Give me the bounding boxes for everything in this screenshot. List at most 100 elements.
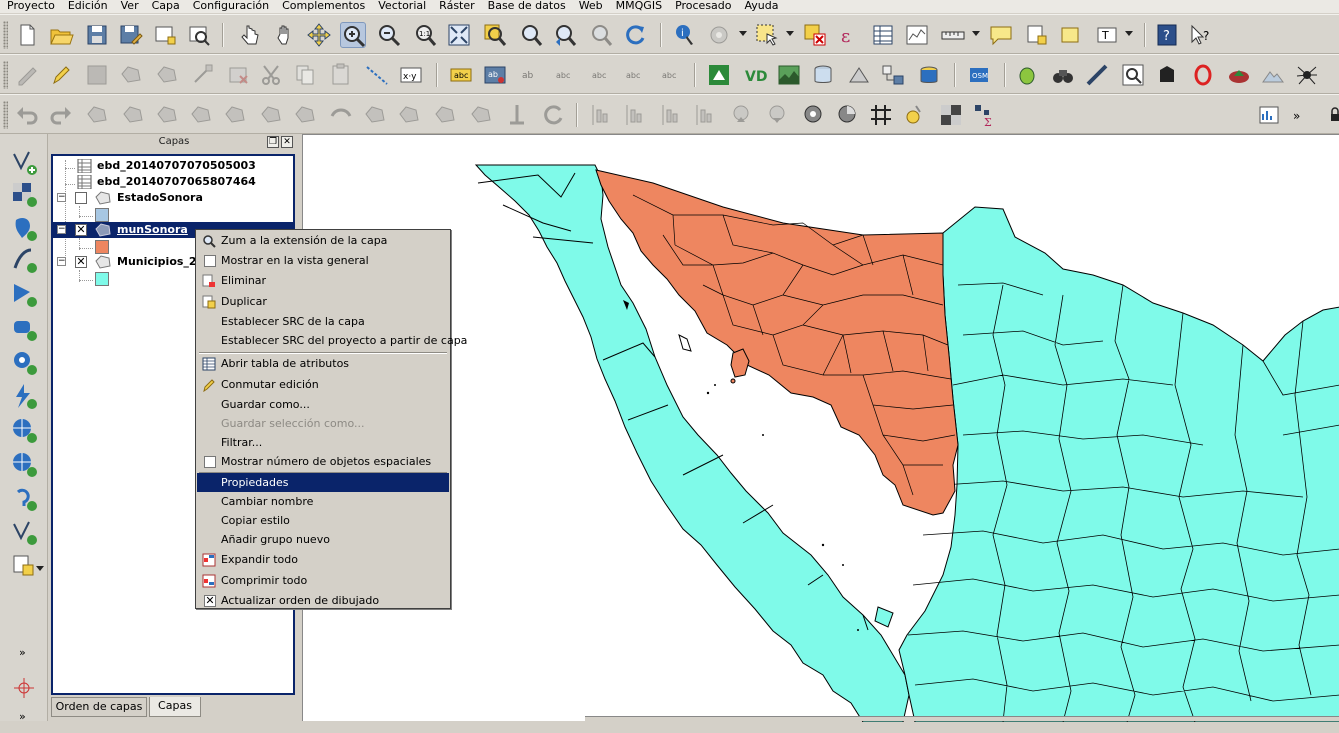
menu-vectorial[interactable]: Vectorial <box>371 0 432 13</box>
menu-base-de-datos[interactable]: Base de datos <box>481 0 572 13</box>
toggle-edit-icon[interactable] <box>48 62 74 88</box>
add-oracle-layer-icon[interactable] <box>10 348 38 376</box>
toolbar-expand-bottom-icon[interactable]: » <box>10 702 38 723</box>
node-tool-icon[interactable] <box>190 62 216 88</box>
layer-labeling-icon[interactable]: ab <box>482 62 508 88</box>
highlight-icon[interactable] <box>902 102 928 128</box>
menu-proyecto[interactable]: Proyecto <box>0 0 61 13</box>
add-wms-globe-icon[interactable] <box>10 450 38 478</box>
label-icon[interactable]: abc <box>448 62 474 88</box>
menu-mmqgis[interactable]: MMQGIS <box>609 0 668 13</box>
zoom-actual-icon[interactable]: 1:1 <box>412 22 438 48</box>
annotation-icon[interactable] <box>988 22 1014 48</box>
align-right-icon[interactable] <box>622 102 648 128</box>
grid-icon[interactable] <box>868 102 894 128</box>
merge-features-icon[interactable] <box>432 102 458 128</box>
show-diagram-icon[interactable] <box>834 102 860 128</box>
coordinate-capture-icon[interactable]: x·y <box>398 62 424 88</box>
menu-item-show-feature-count[interactable]: Mostrar número de objetos espaciales <box>197 452 449 471</box>
map-coordinates-icon[interactable] <box>1120 62 1146 88</box>
add-wcs-layer-icon[interactable] <box>10 416 38 444</box>
toolbar-grip[interactable] <box>3 21 8 49</box>
tab-orden-de-capas[interactable]: Orden de capas <box>51 697 147 717</box>
save-edits-icon[interactable] <box>84 62 110 88</box>
collapse-toggle-icon[interactable]: − <box>57 257 66 266</box>
simplify-icon[interactable] <box>84 102 110 128</box>
layer-visibility-checkbox[interactable] <box>75 192 87 204</box>
layer-item[interactable]: − EstadoSonora <box>53 190 293 206</box>
delete-selected-icon[interactable] <box>226 62 252 88</box>
save-as-icon[interactable] <box>118 22 144 48</box>
zoom-in-icon[interactable] <box>340 22 366 48</box>
menu-ver[interactable]: Ver <box>114 0 145 13</box>
tab-capas[interactable]: Capas <box>149 697 201 717</box>
redo-icon[interactable] <box>48 102 74 128</box>
menu-item-add-group[interactable]: Añadir grupo nuevo <box>197 530 449 549</box>
identify-icon[interactable]: i <box>672 22 698 48</box>
menu-item-update-drawing-order[interactable]: ✕ Actualizar orden de dibujado <box>197 591 449 610</box>
pin-diagram-icon[interactable] <box>800 102 826 128</box>
map-canvas[interactable] <box>302 134 1339 722</box>
align-center-icon[interactable] <box>658 102 684 128</box>
toolbar-overflow-icon[interactable]: » <box>1285 102 1300 128</box>
menu-item-save-as[interactable]: Guardar como... <box>197 395 449 414</box>
help-icon[interactable]: ? <box>1154 22 1180 48</box>
menu-item-duplicate[interactable]: Duplicar <box>197 292 449 311</box>
expression-select-icon[interactable]: ε <box>836 22 862 48</box>
add-raster-layer-icon[interactable] <box>10 180 38 208</box>
offset-curve-icon[interactable] <box>328 102 354 128</box>
add-feature-icon[interactable] <box>118 62 144 88</box>
add-gps-layer-icon[interactable] <box>10 484 38 512</box>
zoom-to-selection-icon[interactable] <box>482 22 508 48</box>
rotate-label-icon[interactable]: abc <box>622 62 648 88</box>
menu-procesado[interactable]: Procesado <box>668 0 737 13</box>
reshape-icon[interactable] <box>292 102 318 128</box>
collapse-toggle-icon[interactable]: − <box>57 193 66 202</box>
osm-plugin-icon[interactable]: OSM <box>966 62 992 88</box>
raise-icon[interactable] <box>728 102 754 128</box>
whats-this-icon[interactable]: ? <box>1188 22 1214 48</box>
merge-attributes-icon[interactable] <box>468 102 494 128</box>
toolbar-expand-icon[interactable]: » <box>10 638 38 659</box>
show-bookmarks-icon[interactable] <box>1058 22 1084 48</box>
split-features-icon[interactable] <box>362 102 388 128</box>
layer-item[interactable]: ebd_20140707070505003 <box>53 158 293 174</box>
split-parts-icon[interactable] <box>396 102 422 128</box>
select-icon[interactable] <box>754 22 780 48</box>
layer-visibility-checkbox[interactable]: ✕ <box>75 224 87 236</box>
menu-item-collapse-all[interactable]: Comprimir todo <box>197 571 449 590</box>
float-dock-icon[interactable]: ❐ <box>267 136 279 148</box>
menu-item-set-project-crs[interactable]: Establecer SRC del proyecto a partir de … <box>197 331 467 350</box>
georeferencer-icon[interactable] <box>846 62 872 88</box>
database-plugin-icon[interactable] <box>810 62 836 88</box>
move-label-icon[interactable]: abc <box>588 62 614 88</box>
new-bookmark-icon[interactable] <box>1024 22 1050 48</box>
deselect-icon[interactable] <box>802 22 828 48</box>
rotate-feature-icon[interactable] <box>540 102 566 128</box>
menu-item-open-attribute-table[interactable]: Abrir tabla de atributos <box>197 354 449 373</box>
add-part-icon[interactable] <box>154 102 180 128</box>
menu-item-rename[interactable]: Cambiar nombre <box>197 492 449 511</box>
grass-icon[interactable] <box>706 62 732 88</box>
menu-item-show-overview[interactable]: Mostrar en la vista general <box>197 251 449 270</box>
cut-features-icon[interactable] <box>258 62 284 88</box>
add-delimited-text-icon[interactable] <box>10 314 38 342</box>
field-calculator-icon[interactable]: Σ <box>972 102 998 129</box>
new-spatialite-layer-icon[interactable] <box>10 552 38 580</box>
measure-tool-icon[interactable] <box>1084 62 1110 88</box>
plugin-stamp-icon[interactable] <box>1154 62 1180 88</box>
vd-plugin-icon[interactable]: VD <box>742 62 768 88</box>
menu-web[interactable]: Web <box>572 0 609 13</box>
action-icon[interactable] <box>706 22 732 48</box>
zoom-out-icon[interactable] <box>376 22 402 48</box>
layer-item[interactable]: ebd_20140707065807464 <box>53 174 293 190</box>
lower-icon[interactable] <box>764 102 790 128</box>
align-left-icon[interactable] <box>588 102 614 128</box>
lock-icon[interactable] <box>1322 102 1339 128</box>
composer-manager-icon[interactable] <box>186 22 212 48</box>
pin-labels-icon[interactable]: ab <box>518 62 544 88</box>
plugin-chart-icon[interactable] <box>1256 102 1282 128</box>
new-project-icon[interactable] <box>14 22 40 48</box>
toolbar-grip[interactable] <box>3 101 8 129</box>
menu-item-copy-style[interactable]: Copiar estilo <box>197 511 449 530</box>
